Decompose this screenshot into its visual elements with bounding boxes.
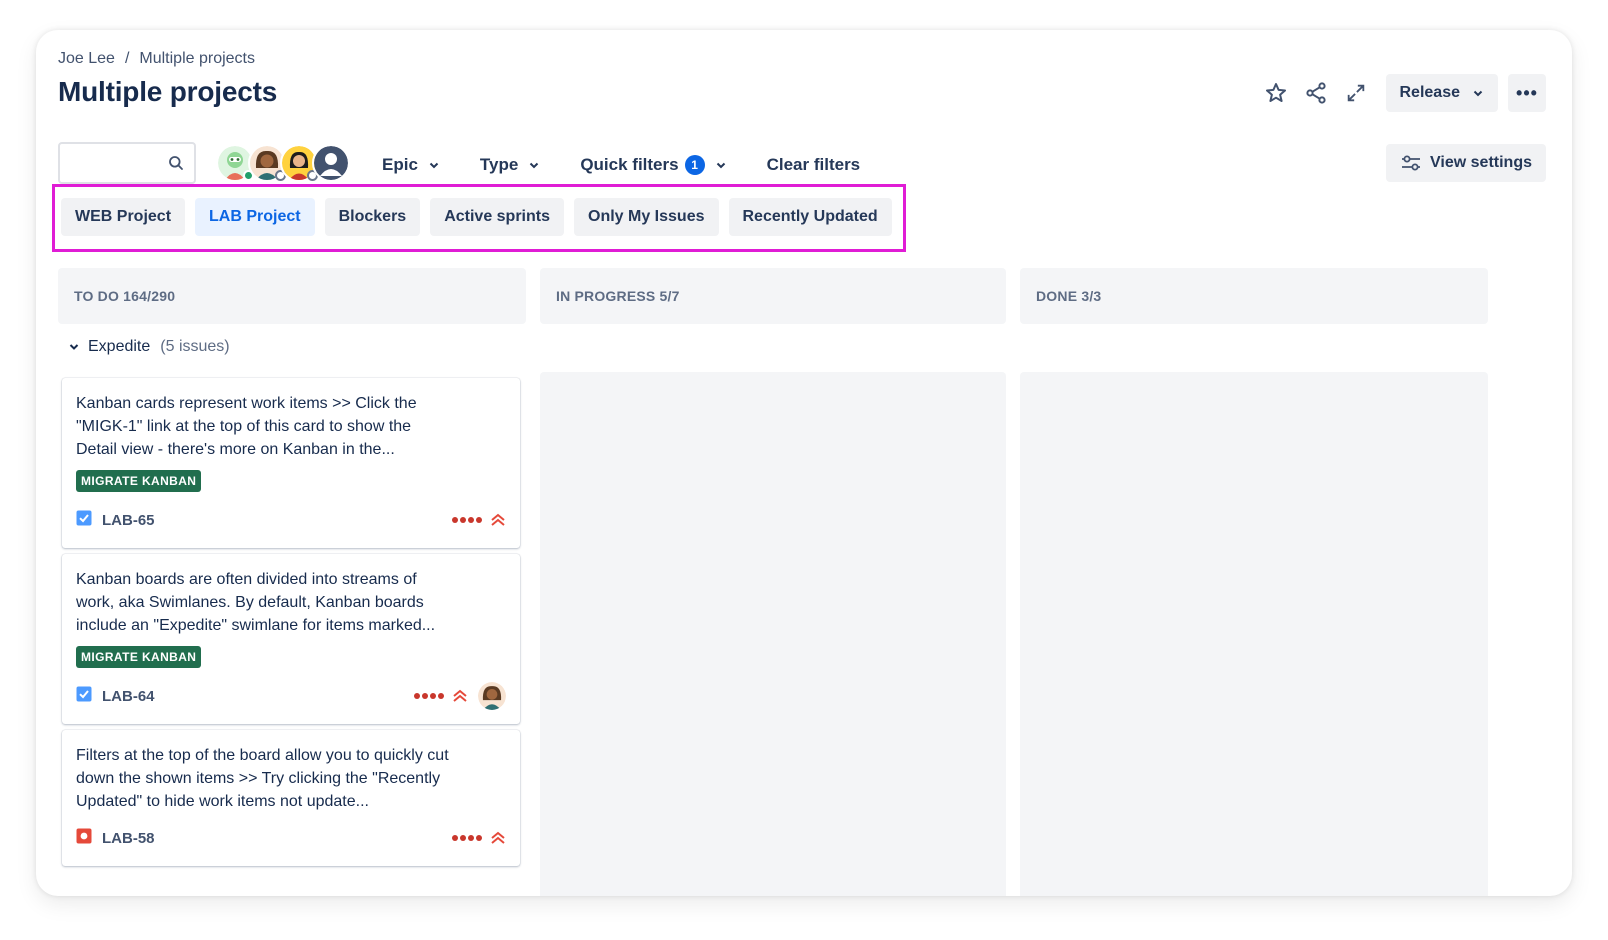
breadcrumb-separator: /	[124, 50, 130, 67]
column-in-progress-dropzone	[540, 372, 1006, 896]
column-header-done: DONE 3/3	[1020, 268, 1488, 324]
quick-filter-highlight: WEB Project LAB Project Blockers Active …	[52, 184, 906, 252]
view-settings-button[interactable]: View settings	[1386, 144, 1546, 182]
chevron-down-icon	[715, 159, 727, 171]
swimlane-name: Expedite	[88, 338, 151, 355]
epic-filter-label: Epic	[382, 155, 418, 174]
board-window: Joe Lee / Multiple projects Multiple proje…	[36, 30, 1572, 896]
card-footer: LAB-64	[76, 682, 506, 710]
quick-filter-chip[interactable]: Blockers	[324, 198, 421, 236]
swimlane-count: (5 issues)	[160, 338, 230, 355]
issue-card[interactable]: Kanban cards represent work items >> Cli…	[62, 378, 520, 548]
card-summary: Kanban cards represent work items >> Cli…	[76, 395, 417, 458]
quick-filter-chip[interactable]: Recently Updated	[728, 198, 892, 236]
card-label: MIGRATE KANBAN	[76, 646, 202, 668]
story-points-dots-icon	[452, 517, 484, 523]
share-icon	[1305, 82, 1326, 104]
fullscreen-button[interactable]	[1338, 75, 1374, 111]
breadcrumb-current[interactable]: Multiple projects	[139, 50, 255, 67]
sliders-icon	[1400, 154, 1422, 172]
share-button[interactable]	[1298, 75, 1334, 111]
quick-filters-count-badge: 1	[684, 155, 705, 175]
card-footer: LAB-65	[76, 506, 506, 534]
swimlane-header[interactable]: Expedite (5 issues)	[68, 338, 230, 356]
issue-card[interactable]: Kanban boards are often divided into str…	[62, 554, 520, 724]
task-icon	[76, 510, 92, 531]
issue-key-link[interactable]: LAB-65	[102, 512, 155, 529]
star-icon	[1265, 83, 1286, 102]
quick-filter-chips: WEB Project LAB Project Blockers Active …	[61, 198, 902, 236]
page-title: Multiple projects	[58, 76, 278, 107]
chevron-down-icon	[1472, 87, 1484, 99]
search-input[interactable]	[68, 144, 168, 182]
quick-filter-chip[interactable]: Only My Issues	[574, 198, 719, 236]
avatar-default[interactable]	[312, 144, 350, 182]
issue-key-link[interactable]: LAB-58	[102, 830, 155, 847]
chevron-down-icon	[428, 159, 440, 171]
assignee-avatars	[216, 144, 350, 182]
column-header-in-progress: IN PROGRESS 5/7	[540, 268, 1006, 324]
card-meta	[452, 513, 506, 527]
assignee-avatar[interactable]	[478, 682, 506, 710]
breadcrumb-owner[interactable]: Joe Lee	[58, 50, 115, 67]
column-header-todo: TO DO 164/290	[58, 268, 526, 324]
card-meta	[452, 831, 506, 845]
quick-filter-chip[interactable]: WEB Project	[61, 198, 186, 236]
search-icon	[168, 155, 184, 176]
story-points-dots-icon	[414, 693, 446, 699]
release-label: Release	[1399, 84, 1461, 101]
type-filter-label: Type	[479, 155, 519, 174]
release-button[interactable]: Release	[1385, 74, 1498, 112]
chevron-down-icon	[528, 159, 540, 171]
card-label: MIGRATE KANBAN	[76, 470, 202, 492]
epic-filter[interactable]: Epic	[382, 155, 440, 175]
card-summary: Kanban boards are often divided into str…	[76, 571, 436, 634]
expand-icon	[1347, 84, 1364, 102]
breadcrumb: Joe Lee / Multiple projects	[58, 50, 255, 68]
task-icon	[76, 686, 92, 707]
quick-filter-chip[interactable]: Active sprints	[430, 198, 564, 236]
issue-card[interactable]: Filters at the top of the board allow yo…	[62, 730, 520, 866]
filter-bar: Epic Type Quick filters 1 Clear filters	[382, 148, 900, 182]
priority-highest-icon	[490, 831, 506, 845]
bug-icon	[76, 828, 92, 849]
header-actions: Release •••	[1254, 74, 1546, 112]
quick-filter-chip-active[interactable]: LAB Project	[195, 198, 315, 236]
card-footer: LAB-58	[76, 824, 506, 852]
column-done-dropzone	[1020, 372, 1488, 896]
story-points-dots-icon	[452, 835, 484, 841]
priority-highest-icon	[490, 513, 506, 527]
more-icon: •••	[1516, 82, 1538, 103]
star-button[interactable]	[1258, 75, 1294, 111]
card-summary: Filters at the top of the board allow yo…	[76, 747, 449, 810]
chevron-down-icon	[68, 341, 80, 353]
search-box[interactable]	[58, 142, 196, 184]
quick-filters-dropdown[interactable]: Quick filters 1	[580, 155, 726, 175]
view-settings-label: View settings	[1430, 154, 1532, 171]
priority-highest-icon	[452, 689, 468, 703]
clear-filters-button[interactable]: Clear filters	[767, 155, 861, 175]
quick-filters-label: Quick filters	[580, 155, 679, 174]
card-meta	[414, 682, 506, 710]
issue-key-link[interactable]: LAB-64	[102, 688, 155, 705]
more-actions-button[interactable]: •••	[1508, 74, 1546, 112]
type-filter[interactable]: Type	[480, 155, 540, 175]
